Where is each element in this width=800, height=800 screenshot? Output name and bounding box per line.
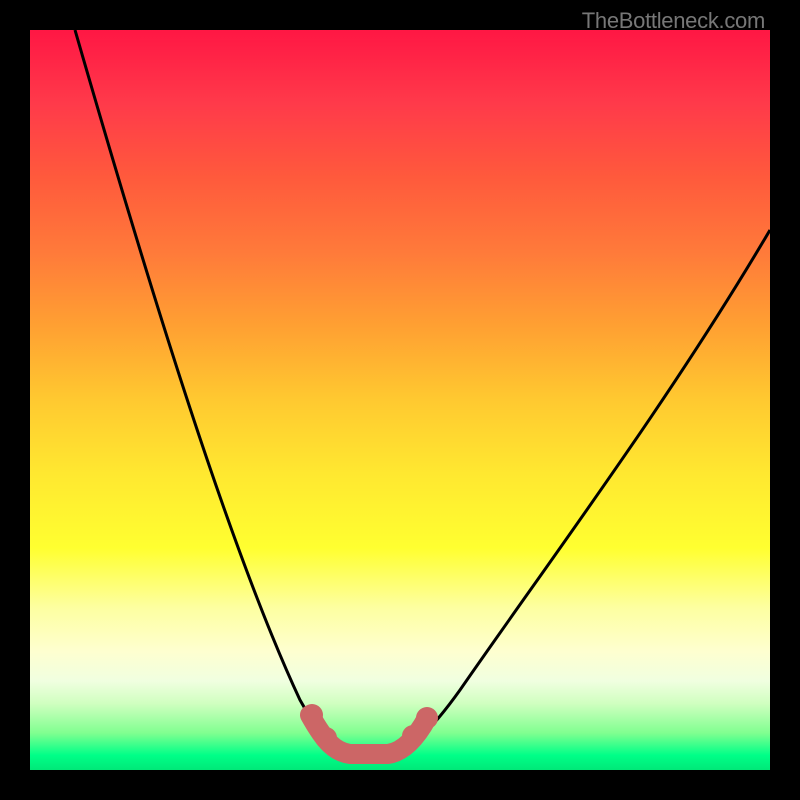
highlight-dot [402, 725, 424, 747]
watermark-text: TheBottleneck.com [582, 8, 765, 34]
chart-area [30, 30, 770, 770]
chart-svg [30, 30, 770, 770]
highlight-dot [315, 727, 337, 749]
highlight-dot [416, 707, 438, 729]
bottleneck-curve [75, 30, 770, 753]
highlight-dot [301, 704, 323, 726]
